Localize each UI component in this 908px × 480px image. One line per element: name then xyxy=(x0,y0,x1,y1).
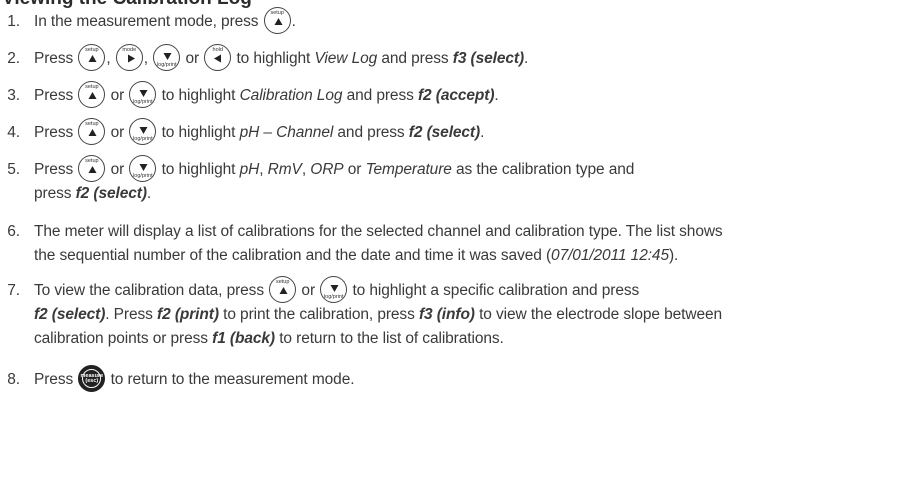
step-number: 6. xyxy=(7,223,20,240)
button-label: log/print xyxy=(133,173,153,180)
step-text: or xyxy=(110,124,125,141)
step-text: to highlight a specific calibration and … xyxy=(352,282,640,299)
punctuation: . xyxy=(480,124,485,141)
step-text: to return to the measurement mode. xyxy=(110,371,355,388)
menu-item-name: Calibration Log xyxy=(239,87,343,104)
logprint-down-button-icon: log/print xyxy=(129,118,157,146)
button-label: log/print xyxy=(156,62,177,69)
calibration-type: ORP xyxy=(310,161,344,178)
button-label: log/print xyxy=(133,136,153,143)
step-text: In the measurement mode, press xyxy=(34,13,259,30)
softkey-label: f1 (back) xyxy=(212,330,275,347)
softkey-label: f2 (select) xyxy=(34,306,106,323)
step-text: . Press xyxy=(105,306,153,323)
step-text: or xyxy=(301,282,316,299)
calibration-type: pH xyxy=(239,161,260,178)
punctuation: . xyxy=(494,87,499,104)
step-text: Press xyxy=(34,87,74,104)
step-number: 8. xyxy=(7,371,20,388)
setup-up-button-icon: setup xyxy=(263,7,291,35)
softkey-label: f3 (info) xyxy=(418,306,475,323)
step-text: to print the calibration, press xyxy=(223,306,415,323)
separator: , xyxy=(106,50,111,67)
section-heading: Viewing the Calibration Log xyxy=(2,0,252,10)
setup-up-button-icon: setup xyxy=(78,81,106,109)
step-text: and press xyxy=(337,124,405,141)
punctuation: , xyxy=(259,161,264,178)
step-number: 2. xyxy=(7,50,20,67)
step-text: the sequential number of the calibration… xyxy=(34,247,552,264)
softkey-label: f2 (select) xyxy=(75,185,147,202)
step-text: Press xyxy=(34,161,74,178)
measure-esc-button-icon: measure (esc) xyxy=(78,365,106,393)
step-text: to highlight xyxy=(236,50,311,67)
step-text: To view the calibration data, press xyxy=(34,282,264,299)
step-text: or xyxy=(110,87,125,104)
step-text: The meter will display a list of calibra… xyxy=(34,223,723,240)
step-text: or xyxy=(185,50,200,67)
mode-right-button-icon: mode xyxy=(115,44,143,72)
button-label: log/print xyxy=(133,99,153,106)
step-text: to highlight xyxy=(161,124,236,141)
punctuation: , xyxy=(301,161,307,178)
logprint-down-button-icon: log/print xyxy=(129,155,157,183)
step-text: or xyxy=(347,161,362,178)
step-text: Press xyxy=(34,50,74,67)
step-text: to highlight xyxy=(161,87,236,104)
punctuation: . xyxy=(146,185,152,202)
step-text: as the calibration type and xyxy=(456,161,635,178)
softkey-label: f3 (select) xyxy=(452,50,525,67)
step-text: . xyxy=(291,13,296,30)
softkey-label: f2 (accept) xyxy=(417,87,495,104)
calibration-timestamp: 07/01/2011 12:45 xyxy=(551,247,669,264)
softkey-label: f2 (select) xyxy=(408,124,481,141)
softkey-label: f2 (print) xyxy=(157,306,219,323)
logprint-down-button-icon: log/print xyxy=(320,276,348,304)
step-number: 4. xyxy=(7,124,20,141)
punctuation: . xyxy=(524,50,529,67)
button-label: log/print xyxy=(323,294,344,301)
step-text: and press xyxy=(346,87,414,104)
step-text: to return to the list of calibrations. xyxy=(279,330,504,347)
step-number: 3. xyxy=(7,87,20,104)
step-text: Press xyxy=(34,124,74,141)
logprint-down-button-icon: log/print xyxy=(153,44,181,72)
setup-up-button-icon: setup xyxy=(78,155,106,183)
button-label: (esc) xyxy=(85,378,99,385)
step-number: 1. xyxy=(7,13,20,30)
step-text: to highlight xyxy=(161,161,236,178)
step-text: calibration points or press xyxy=(34,330,208,347)
step-number: 7. xyxy=(7,282,20,299)
step-text: and press xyxy=(381,50,449,67)
hold-left-button-icon: hold xyxy=(204,44,232,72)
step-text: to view the electrode slope between xyxy=(479,306,723,323)
menu-item-name: pH – Channel xyxy=(239,124,334,141)
setup-up-button-icon: setup xyxy=(78,118,106,146)
setup-up-button-icon: setup xyxy=(78,44,106,72)
menu-item-name: View Log xyxy=(314,50,378,67)
setup-up-button-icon: setup xyxy=(269,276,297,304)
step-text: or xyxy=(110,161,125,178)
step-text: press xyxy=(34,185,72,202)
separator: , xyxy=(143,50,148,67)
step-text: Press xyxy=(34,371,74,388)
logprint-down-button-icon: log/print xyxy=(129,81,157,109)
step-number: 5. xyxy=(7,161,20,178)
calibration-type: Temperature xyxy=(365,161,452,178)
punctuation: ). xyxy=(668,247,679,264)
calibration-type: RmV xyxy=(267,161,302,178)
